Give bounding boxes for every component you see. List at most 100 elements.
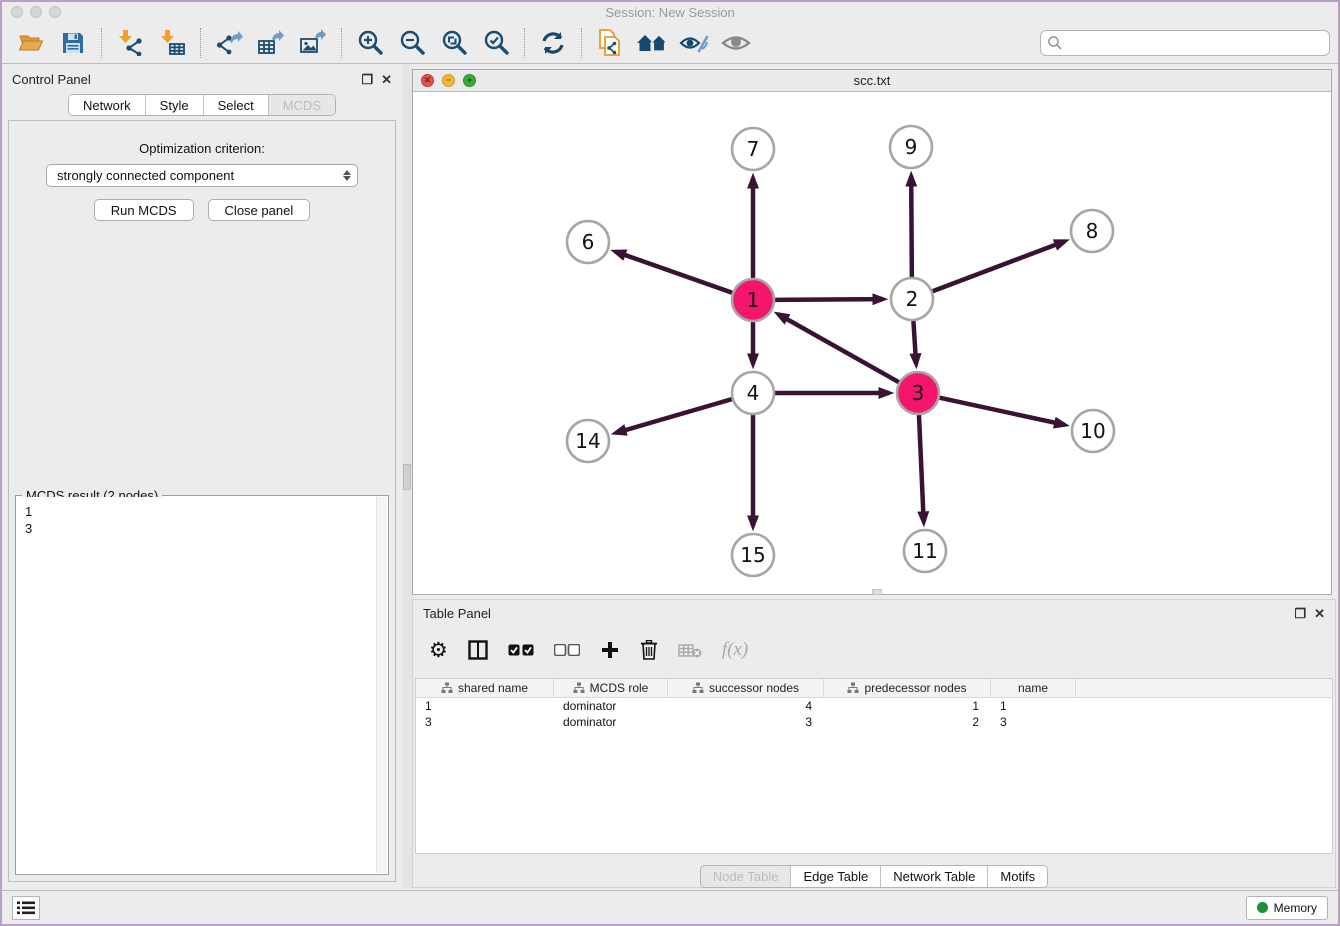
task-history-button[interactable] xyxy=(12,896,40,920)
import-network-icon[interactable] xyxy=(109,25,151,61)
hide-graphics-details-icon[interactable] xyxy=(673,25,715,61)
tab-style[interactable]: Style xyxy=(146,95,204,115)
criterion-select[interactable]: strongly connected component xyxy=(46,164,358,187)
column-type-icon xyxy=(441,682,453,694)
export-network-icon[interactable] xyxy=(208,25,250,61)
os-titlebar: Session: New Session xyxy=(2,2,1338,22)
panel-splitter[interactable] xyxy=(402,64,412,888)
save-session-icon[interactable] xyxy=(52,25,94,61)
graph-node-label-10: 10 xyxy=(1080,419,1105,443)
network-window-titlebar: ✕ − + scc.txt xyxy=(413,70,1331,92)
table-settings-gear-icon[interactable]: ⚙ xyxy=(429,640,448,661)
column-header-predecessor-nodes[interactable]: predecessor nodes xyxy=(824,679,991,697)
graph-edge-4-14[interactable] xyxy=(616,399,732,433)
search-input[interactable] xyxy=(1040,30,1330,56)
tab-mcds[interactable]: MCDS xyxy=(269,95,335,115)
deselect-all-columns-icon[interactable] xyxy=(554,644,580,656)
cell-mcds-role[interactable]: dominator xyxy=(554,715,668,729)
network-splitter-grip[interactable] xyxy=(872,589,882,595)
zoom-selected-icon[interactable] xyxy=(475,25,517,61)
network-view-window: ✕ − + scc.txt 7968124314101511 xyxy=(412,69,1332,595)
export-table-icon[interactable] xyxy=(250,25,292,61)
column-header-successor-nodes[interactable]: successor nodes xyxy=(668,679,824,697)
memory-button[interactable]: Memory xyxy=(1246,896,1328,920)
toolbar-separator xyxy=(341,28,342,58)
cell-mcds-role[interactable]: dominator xyxy=(554,699,668,713)
float-table-panel-icon[interactable]: ❐ xyxy=(1294,607,1306,620)
close-panel-icon[interactable]: ✕ xyxy=(381,73,392,86)
graph-edge-1-2[interactable] xyxy=(775,299,883,300)
float-panel-icon[interactable]: ❐ xyxy=(361,73,373,86)
memory-status-icon xyxy=(1257,902,1268,913)
splitter-grip[interactable] xyxy=(403,464,411,490)
network-graph: 7968124314101511 xyxy=(413,92,1333,594)
refresh-arrows-icon xyxy=(540,30,566,56)
graph-node-label-7: 7 xyxy=(747,137,760,161)
open-file-icon[interactable] xyxy=(10,25,52,61)
cell-name[interactable]: 1 xyxy=(991,699,1076,713)
column-header-name[interactable]: name xyxy=(991,679,1076,697)
graph-edge-2-3[interactable] xyxy=(913,321,916,364)
close-table-panel-icon[interactable]: ✕ xyxy=(1314,607,1325,620)
graph-edge-2-9[interactable] xyxy=(911,176,912,277)
zoom-in-icon[interactable] xyxy=(349,25,391,61)
memory-label: Memory xyxy=(1274,901,1317,915)
cell-predecessor-nodes[interactable]: 1 xyxy=(824,699,991,713)
search-container xyxy=(1040,30,1330,56)
export-image-glyph-icon xyxy=(299,29,327,56)
workspace-column: ✕ − + scc.txt 7968124314101511 Table Pan… xyxy=(412,64,1338,888)
mcds-result-scrollbar[interactable] xyxy=(376,497,387,873)
app-window: Session: New Session xyxy=(0,0,1340,926)
tab-edge-table[interactable]: Edge Table xyxy=(791,866,881,887)
graph-edge-2-8[interactable] xyxy=(933,241,1065,291)
graph-edge-3-11[interactable] xyxy=(919,415,924,522)
column-header-mcds-role[interactable]: MCDS role xyxy=(554,679,668,697)
birdseye-view-icon[interactable] xyxy=(715,25,757,61)
show-all-networks-icon[interactable] xyxy=(631,25,673,61)
cell-predecessor-nodes[interactable]: 2 xyxy=(824,715,991,729)
graph-edge-3-10[interactable] xyxy=(939,398,1064,425)
delete-table-icon[interactable] xyxy=(678,643,702,658)
tab-network[interactable]: Network xyxy=(69,95,146,115)
criterion-selected-value: strongly connected component xyxy=(57,168,234,183)
table-row[interactable]: 1 dominator 4 1 1 xyxy=(416,698,1332,714)
cell-shared-name[interactable]: 3 xyxy=(416,715,554,729)
zoom-out-icon[interactable] xyxy=(391,25,433,61)
delete-column-trash-icon[interactable] xyxy=(640,640,658,660)
toolbar-separator xyxy=(101,28,102,58)
tab-node-table[interactable]: Node Table xyxy=(701,866,792,887)
close-panel-button[interactable]: Close panel xyxy=(208,199,311,221)
import-table-icon[interactable] xyxy=(151,25,193,61)
control-panel-tabs: Network Style Select MCDS xyxy=(2,94,402,116)
tab-select[interactable]: Select xyxy=(204,95,269,115)
cell-successor-nodes[interactable]: 4 xyxy=(668,699,824,713)
table-column-view-icon[interactable] xyxy=(468,640,488,660)
network-canvas[interactable]: 7968124314101511 xyxy=(413,92,1331,594)
graph-edge-1-6[interactable] xyxy=(615,252,732,293)
cell-shared-name[interactable]: 1 xyxy=(416,699,554,713)
duplicate-network-icon[interactable] xyxy=(589,25,631,61)
column-header-shared-name[interactable]: shared name xyxy=(416,679,554,697)
select-all-columns-icon[interactable] xyxy=(508,644,534,656)
table-panel-title: Table Panel xyxy=(423,606,491,621)
column-type-icon xyxy=(573,682,585,694)
graph-edge-3-1[interactable] xyxy=(778,314,899,382)
function-builder-icon[interactable]: f(x) xyxy=(722,639,748,661)
export-table-glyph-icon xyxy=(257,29,285,56)
search-icon xyxy=(1047,35,1063,51)
tab-motifs[interactable]: Motifs xyxy=(988,866,1047,887)
tab-network-table[interactable]: Network Table xyxy=(881,866,988,887)
graph-node-label-14: 14 xyxy=(575,429,600,453)
table-row[interactable]: 3 dominator 3 2 3 xyxy=(416,714,1332,730)
table-tabs: Node Table Edge Table Network Table Moti… xyxy=(413,865,1335,888)
zoom-fit-icon[interactable] xyxy=(433,25,475,61)
cell-successor-nodes[interactable]: 3 xyxy=(668,715,824,729)
apply-layout-icon[interactable] xyxy=(532,25,574,61)
mcds-result-text[interactable]: 1 3 xyxy=(17,497,376,873)
graph-node-label-6: 6 xyxy=(582,230,595,254)
cell-name[interactable]: 3 xyxy=(991,715,1076,729)
export-image-icon[interactable] xyxy=(292,25,334,61)
create-column-plus-icon[interactable] xyxy=(600,640,620,660)
run-mcds-button[interactable]: Run MCDS xyxy=(94,199,194,221)
magnifier-check-icon xyxy=(483,29,510,56)
